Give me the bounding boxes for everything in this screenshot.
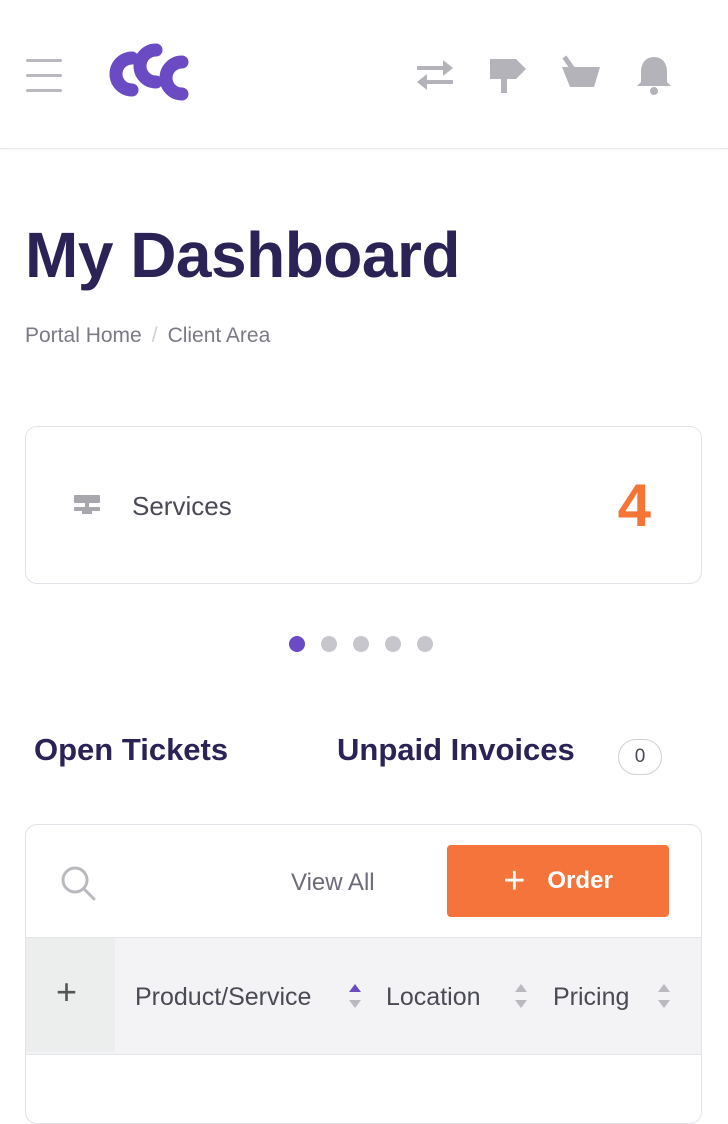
column-product-service[interactable]: Product/Service	[135, 983, 311, 1012]
view-all-link[interactable]: View All	[291, 869, 375, 897]
plus-icon: +	[56, 971, 78, 1012]
services-stat-card[interactable]: Services 4	[25, 426, 702, 584]
services-label: Services	[132, 491, 232, 521]
unpaid-invoices-count-badge: 0	[618, 739, 662, 775]
sort-icon[interactable]	[657, 982, 671, 1010]
search-icon[interactable]	[58, 863, 98, 903]
column-location[interactable]: Location	[386, 983, 481, 1012]
signpost-icon[interactable]	[486, 53, 530, 97]
page-title: My Dashboard	[25, 219, 460, 291]
brand-logo[interactable]	[104, 40, 196, 112]
services-count: 4	[617, 472, 651, 539]
breadcrumb: Portal Home / Client Area	[25, 324, 270, 348]
plus-icon: +	[503, 860, 526, 902]
basket-icon[interactable]	[560, 53, 604, 97]
services-table-header: + Product/Service Location Pricing	[26, 937, 701, 1055]
expand-rows-button[interactable]: +	[26, 938, 115, 1052]
transfer-icon[interactable]	[413, 53, 457, 97]
bell-icon[interactable]	[632, 53, 676, 97]
order-button[interactable]: + Order	[447, 845, 669, 917]
carousel-dot-1[interactable]	[289, 636, 305, 652]
carousel-dot-5[interactable]	[417, 636, 433, 652]
breadcrumb-separator: /	[151, 324, 158, 347]
server-icon	[74, 495, 100, 522]
order-button-label: Order	[547, 867, 613, 894]
services-panel: View All + Order + Product/Service Locat…	[25, 824, 702, 1124]
sort-icon[interactable]	[514, 982, 528, 1010]
sort-icon[interactable]	[348, 982, 362, 1010]
top-bar	[0, 0, 728, 149]
carousel-dot-3[interactable]	[353, 636, 369, 652]
tab-unpaid-invoices[interactable]: Unpaid Invoices	[337, 732, 575, 768]
column-pricing[interactable]: Pricing	[553, 983, 629, 1012]
breadcrumb-portal-home[interactable]: Portal Home	[25, 324, 142, 347]
tab-open-tickets[interactable]: Open Tickets	[34, 732, 228, 768]
hamburger-menu-icon[interactable]	[24, 56, 64, 96]
carousel-dot-2[interactable]	[321, 636, 337, 652]
carousel-dot-4[interactable]	[385, 636, 401, 652]
breadcrumb-client-area[interactable]: Client Area	[168, 324, 271, 347]
